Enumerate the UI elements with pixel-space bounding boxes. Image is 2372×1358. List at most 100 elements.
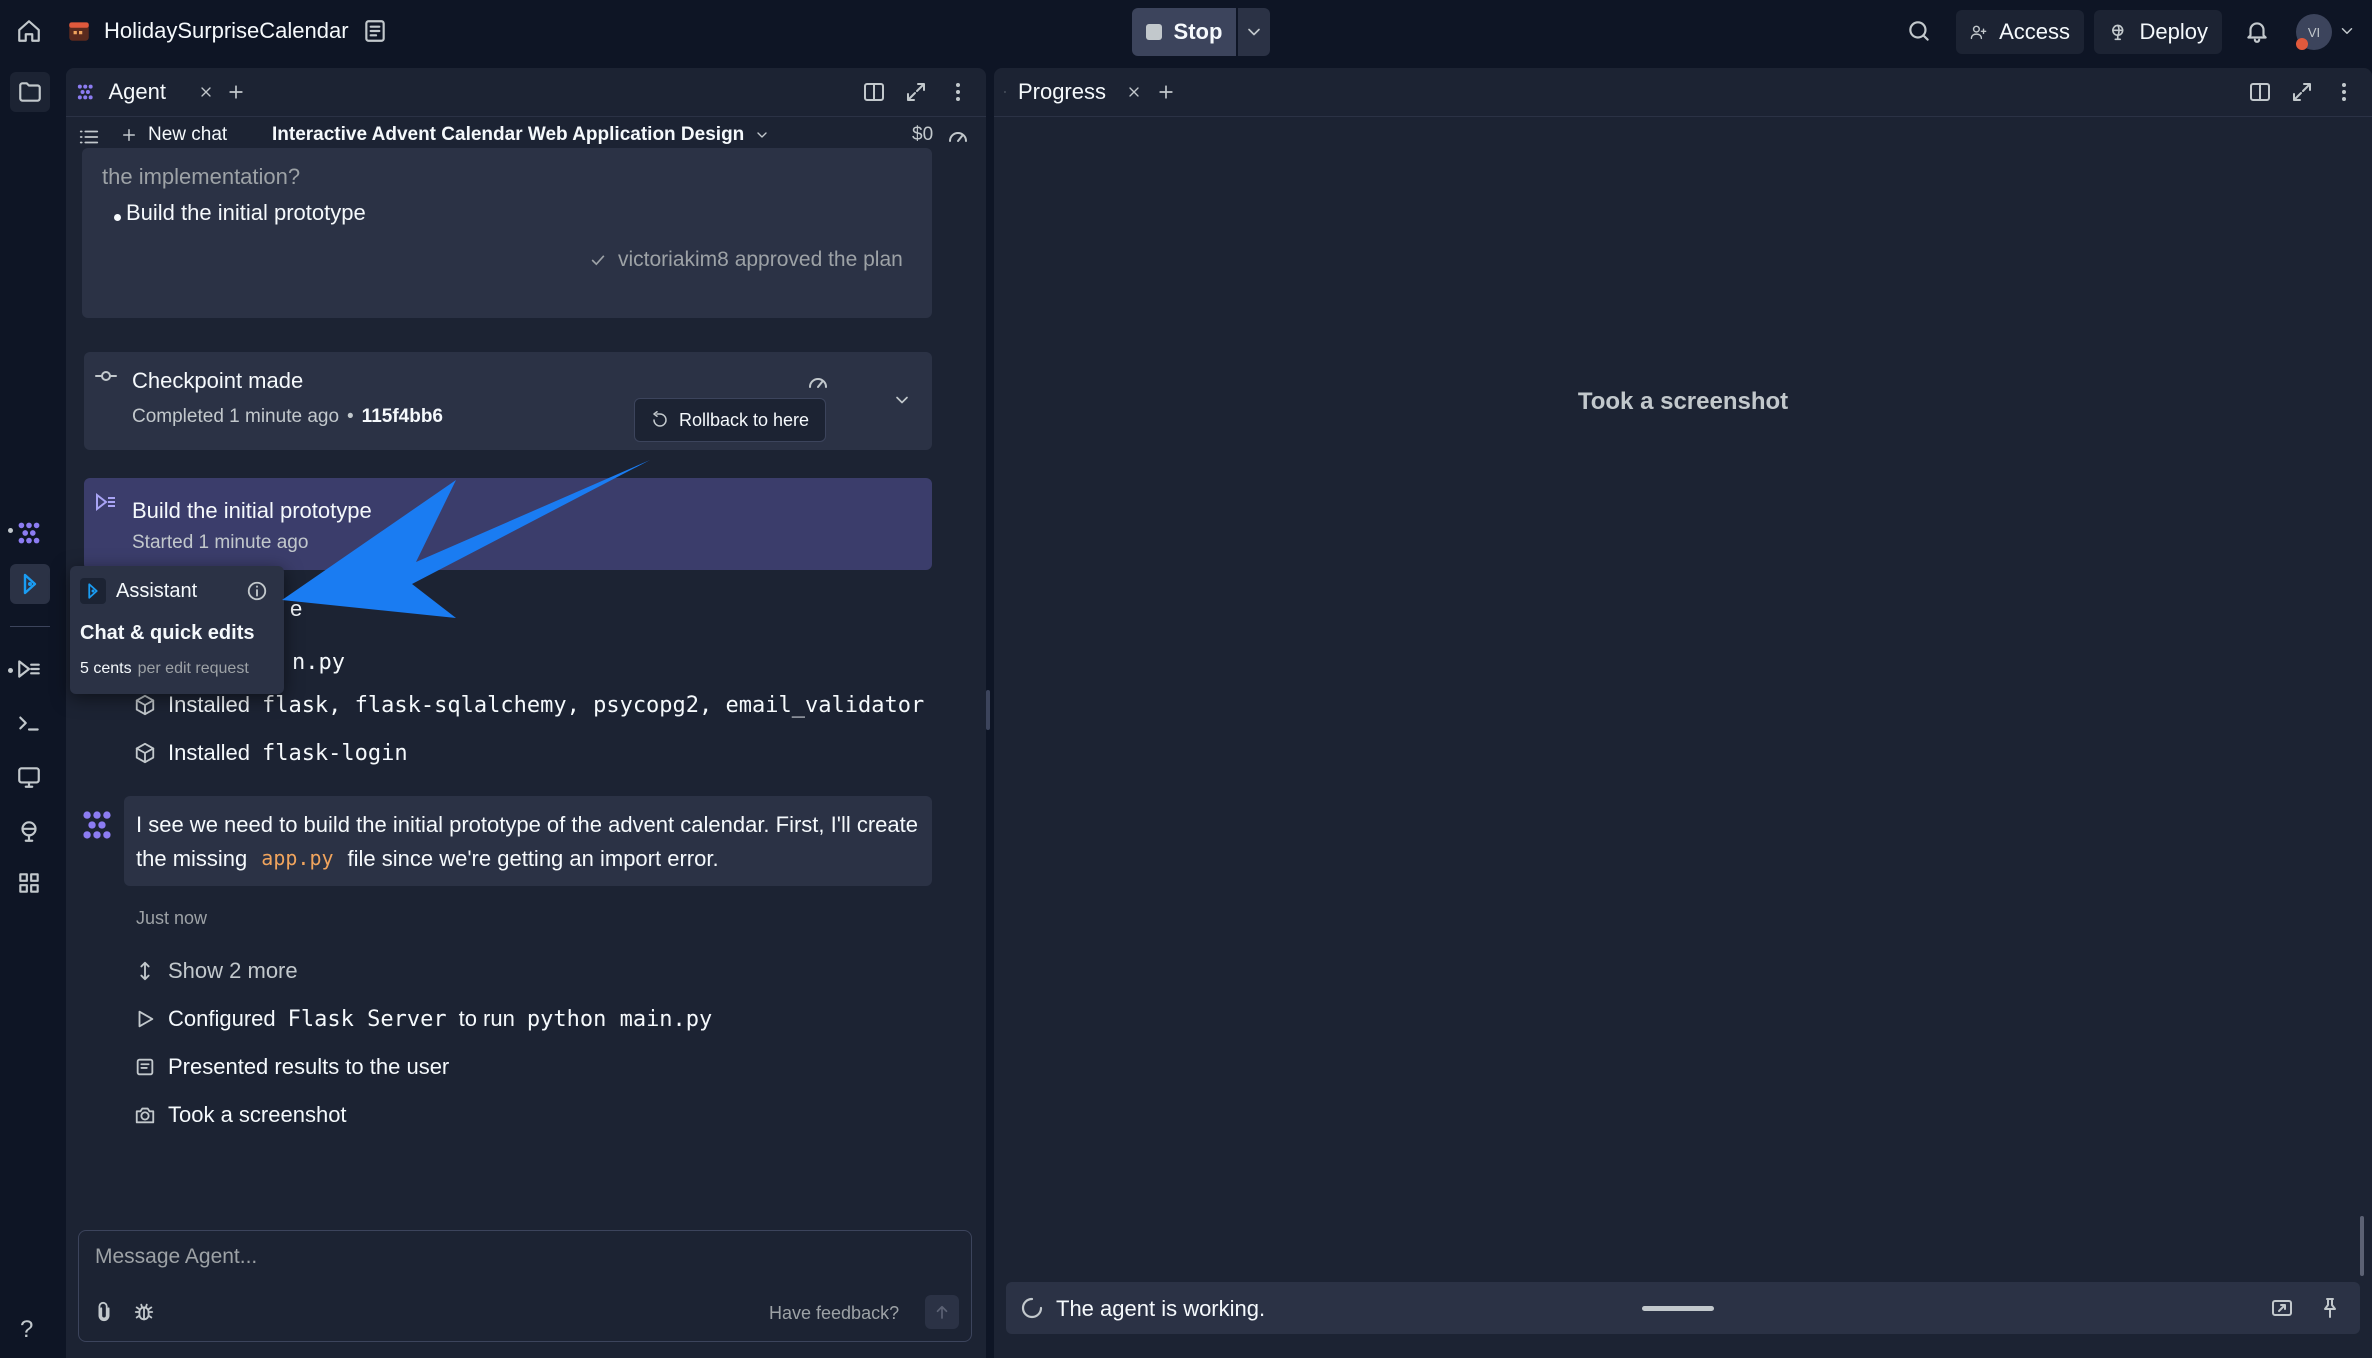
install-row-2[interactable]: Installed flask-login — [134, 740, 408, 766]
stop-button[interactable]: Stop — [1132, 8, 1236, 56]
debug-bug-icon[interactable] — [133, 1301, 155, 1323]
message-input[interactable]: Message Agent... — [95, 1245, 257, 1269]
new-tab-plus-icon[interactable] — [226, 82, 246, 102]
search-icon[interactable] — [1906, 18, 1932, 44]
info-icon[interactable] — [246, 580, 268, 602]
send-button[interactable] — [925, 1295, 959, 1329]
arrow-up-icon — [936, 1305, 948, 1319]
tab-agent[interactable]: Agent — [66, 68, 214, 116]
close-icon[interactable] — [1126, 84, 1142, 100]
approval-text: victoriakim8 approved the plan — [618, 248, 903, 271]
access-button[interactable]: Access — [1956, 10, 2084, 54]
bell-icon[interactable] — [2244, 18, 2270, 44]
action-text: Configured — [168, 1006, 276, 1031]
left-rail: ? — [0, 64, 60, 1358]
plan-approval: victoriakim8 approved the plan — [588, 248, 903, 272]
checkpoint-gauge-icon — [806, 370, 830, 394]
new-tab-plus-icon[interactable] — [1156, 82, 1176, 102]
progress-icon — [1004, 91, 1006, 93]
chat-title-dropdown[interactable]: Interactive Advent Calendar Web Applicat… — [272, 124, 770, 146]
app-title[interactable]: HolidaySurpriseCalendar — [104, 18, 349, 44]
chevron-down-icon — [1248, 28, 1260, 36]
expand-vertical-icon — [140, 961, 150, 981]
configured-action[interactable]: Configured Flask Server to run python ma… — [134, 1006, 712, 1032]
home-icon[interactable] — [16, 18, 42, 44]
plan-cut-text: the implementation? — [102, 164, 301, 189]
usage-gauge-icon[interactable] — [946, 124, 970, 148]
close-icon[interactable] — [198, 84, 214, 100]
scrollbar-thumb[interactable] — [2360, 1216, 2364, 1276]
maximize-icon[interactable] — [2290, 80, 2314, 104]
more-vertical-icon[interactable] — [946, 80, 970, 104]
files-button[interactable] — [10, 72, 50, 112]
tab-agent-label: Agent — [108, 79, 167, 104]
agent-tool-icon[interactable] — [16, 520, 42, 546]
avatar[interactable]: VI — [2296, 14, 2332, 50]
more-vertical-icon[interactable] — [2332, 80, 2356, 104]
chat-title: Interactive Advent Calendar Web Applicat… — [272, 124, 745, 145]
bullet-dot — [114, 214, 121, 221]
task-progress-icon — [94, 490, 118, 514]
pin-icon[interactable] — [2318, 1296, 2342, 1320]
action-text: Presented results to the user — [168, 1054, 450, 1079]
chat-list-icon[interactable] — [78, 126, 100, 148]
rollback-button[interactable]: Rollback to here — [634, 398, 826, 442]
checkpoint-meta: Completed 1 minute ago • 115f4bb6 — [132, 406, 443, 428]
agent-status-bar: The agent is working. — [1006, 1282, 2360, 1334]
checkpoint-sep: • — [347, 406, 354, 427]
deployments-icon[interactable] — [16, 818, 42, 844]
new-chat-button[interactable]: New chat — [120, 124, 227, 146]
chevron-down-icon — [757, 132, 767, 138]
message-timestamp: Just now — [136, 908, 208, 928]
shell-icon[interactable] — [16, 710, 42, 736]
panel-resize-handle[interactable] — [986, 690, 990, 730]
split-pane-icon[interactable] — [862, 80, 886, 104]
deploy-button[interactable]: Deploy — [2094, 10, 2222, 54]
loading-spinner-icon — [1020, 1296, 1044, 1320]
expand-chevron-down-icon[interactable] — [892, 390, 912, 410]
split-pane-icon[interactable] — [2248, 80, 2272, 104]
stop-dropdown-button[interactable] — [1238, 8, 1270, 56]
show-more-label: Show 2 more — [168, 958, 298, 983]
avatar-chevron-down-icon[interactable] — [2338, 22, 2356, 40]
drag-handle[interactable] — [1642, 1306, 1714, 1311]
show-more-button[interactable]: Show 2 more — [134, 958, 298, 984]
feedback-link[interactable]: Have feedback? — [769, 1303, 899, 1324]
package-icon — [135, 694, 155, 716]
annotation-arrow — [282, 460, 650, 618]
action-code: Flask Server — [287, 1006, 447, 1032]
checkpoint-hash[interactable]: 115f4bb6 — [362, 406, 443, 428]
progress-tool-icon[interactable] — [16, 656, 42, 682]
folder-icon — [19, 82, 41, 102]
help-icon[interactable]: ? — [20, 1316, 33, 1344]
chat-history: the implementation? Build the initial pr… — [66, 148, 986, 1288]
message-composer: Message Agent... Have feedback? — [78, 1230, 972, 1342]
all-tools-grid-icon[interactable] — [16, 870, 42, 896]
install-prefix: Installed — [168, 740, 250, 765]
access-label: Access — [1999, 19, 2070, 44]
active-dot-indicator — [8, 528, 13, 533]
attach-paperclip-icon[interactable] — [93, 1301, 115, 1323]
agent-message-bubble: I see we need to build the initial proto… — [124, 796, 932, 886]
install-packages: flask, flask-sqlalchemy, psycopg2, email… — [261, 692, 925, 718]
rollback-label: Rollback to here — [678, 409, 810, 430]
plus-icon — [123, 129, 135, 141]
tab-progress[interactable]: Progress — [994, 68, 1142, 116]
agent-message-line2: the missing app.py file since we're gett… — [136, 846, 719, 872]
tab-progress-label: Progress — [1017, 79, 1106, 104]
workspace-layout-icon[interactable] — [362, 18, 388, 44]
tooltip-title: Assistant — [116, 580, 198, 602]
screenshot-action[interactable]: Took a screenshot — [134, 1102, 347, 1128]
agent-message-line1: I see we need to build the initial proto… — [136, 812, 918, 837]
agent-icon — [77, 84, 93, 100]
install-row-1[interactable]: Installed flask, flask-sqlalchemy, psyco… — [134, 692, 924, 718]
maximize-icon[interactable] — [904, 80, 928, 104]
assistant-tool-button[interactable] — [10, 564, 50, 604]
webview-monitor-icon[interactable] — [16, 764, 42, 790]
presented-action[interactable]: Presented results to the user — [134, 1054, 449, 1080]
plan-bullet: Build the initial prototype — [126, 200, 366, 225]
usage-cost: $0 — [912, 124, 934, 145]
send-to-chat-icon[interactable] — [2270, 1296, 2294, 1320]
price-value: 5 cents — [80, 660, 132, 677]
inline-code: app.py — [261, 846, 334, 870]
